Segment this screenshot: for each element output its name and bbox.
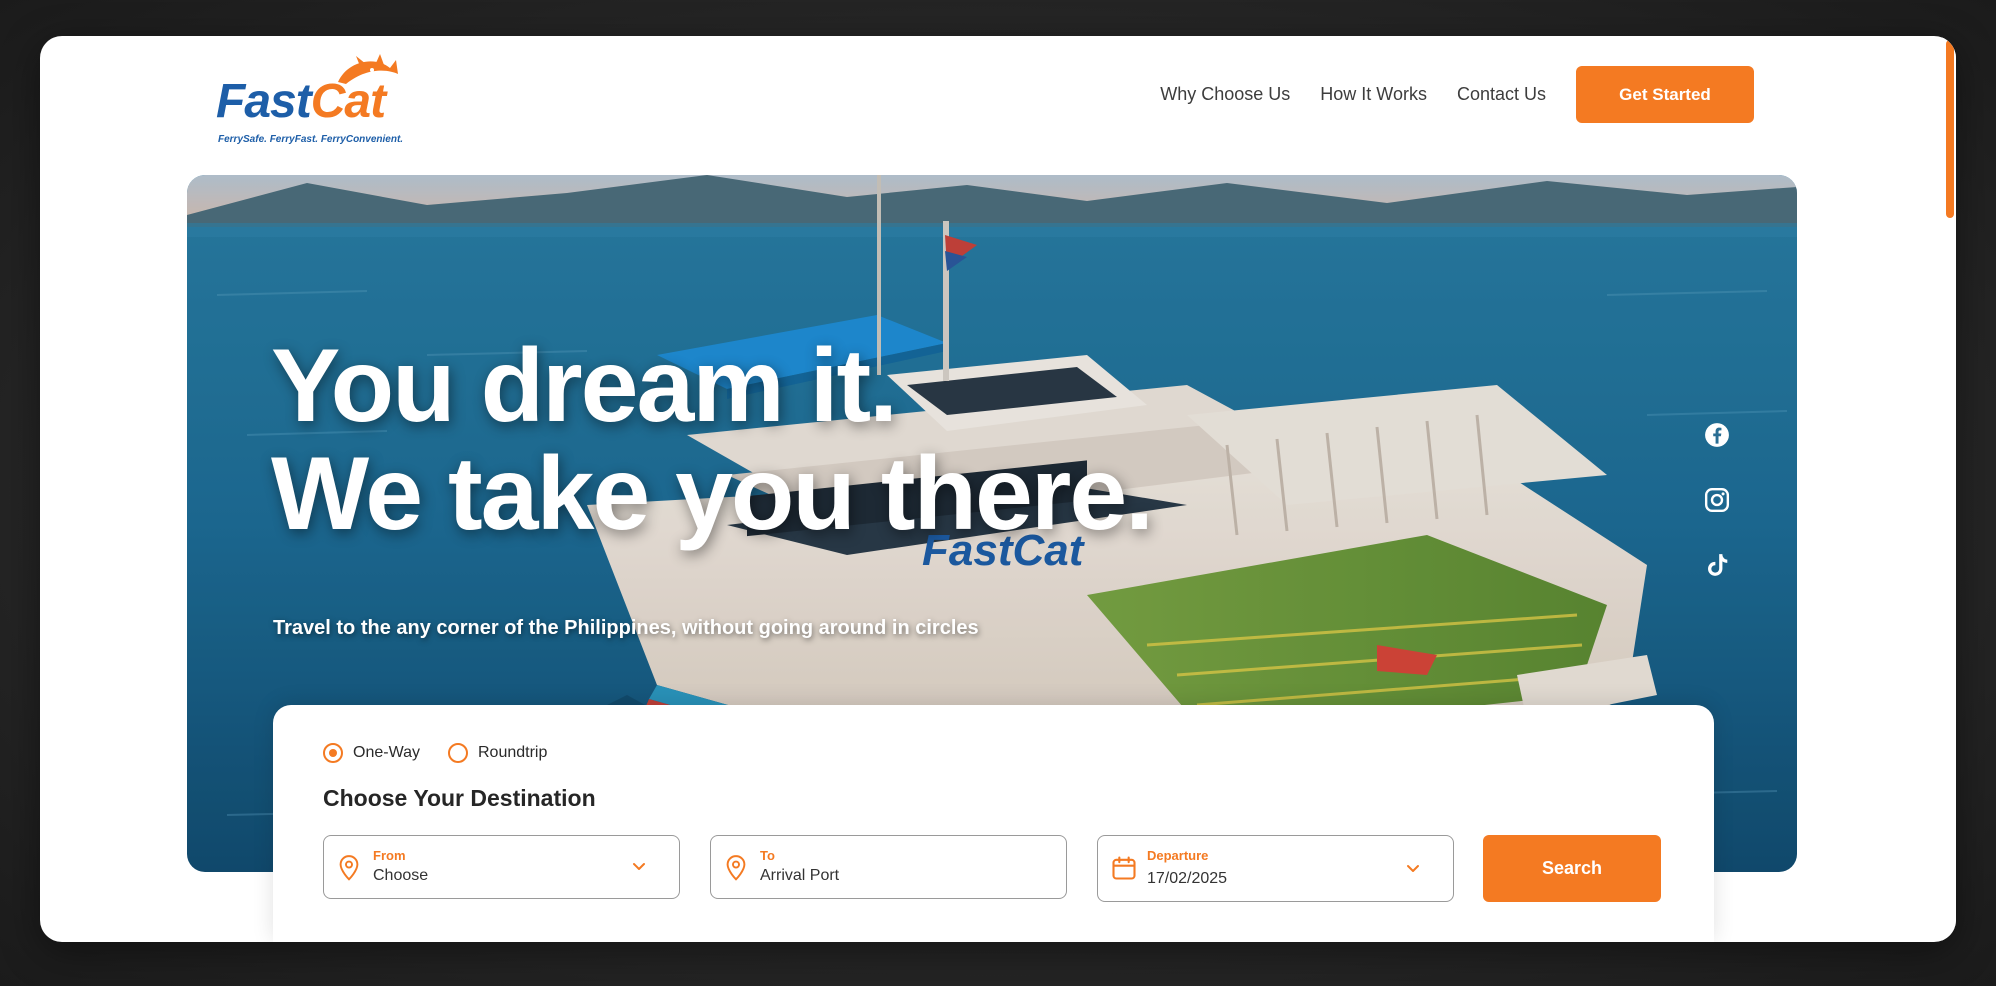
from-value: Choose bbox=[373, 867, 429, 884]
search-button[interactable]: Search bbox=[1483, 835, 1661, 902]
instagram-icon[interactable] bbox=[1704, 487, 1730, 513]
location-pin-icon bbox=[339, 855, 359, 881]
nav-how-it-works[interactable]: How It Works bbox=[1320, 84, 1427, 105]
to-label: To bbox=[760, 848, 775, 863]
fastcat-logo[interactable]: FastCat FerrySafe. FerryFast. FerryConve… bbox=[216, 52, 406, 152]
logo-word-fast: Fast bbox=[216, 75, 312, 128]
radio-selected-icon[interactable] bbox=[323, 743, 343, 763]
booking-card: One-Way Roundtrip Choose Your Destinatio… bbox=[273, 705, 1714, 942]
booking-title: Choose Your Destination bbox=[323, 785, 596, 811]
get-started-button[interactable]: Get Started bbox=[1576, 66, 1754, 123]
departure-value: 17/02/2025 bbox=[1147, 870, 1228, 887]
departure-date-picker[interactable]: Departure 17/02/2025 bbox=[1097, 835, 1454, 902]
scrollbar[interactable] bbox=[1942, 36, 1956, 942]
hero-headline-line2: We take you there. bbox=[271, 436, 1154, 552]
nav-why-choose-us[interactable]: Why Choose Us bbox=[1160, 84, 1290, 105]
to-port-field[interactable]: To Arrival Port bbox=[710, 835, 1067, 899]
hero-headline-line1: You dream it. bbox=[271, 328, 898, 444]
from-label: From bbox=[373, 848, 406, 863]
site-header: FastCat FerrySafe. FerryFast. FerryConve… bbox=[40, 36, 1942, 166]
scrollbar-thumb[interactable] bbox=[1946, 40, 1954, 218]
radio-unselected-icon[interactable] bbox=[447, 743, 468, 763]
logo-wordmark: FastCat bbox=[216, 75, 386, 128]
hero-subtitle: Travel to the any corner of the Philippi… bbox=[273, 617, 979, 639]
trip-type-one-way[interactable]: One-Way bbox=[323, 743, 420, 763]
trip-type-one-way-label: One-Way bbox=[353, 744, 420, 761]
chevron-down-icon bbox=[633, 863, 645, 870]
hero-headline: You dream it. We take you there. bbox=[271, 328, 1154, 552]
trip-type-roundtrip-label: Roundtrip bbox=[477, 744, 548, 761]
calendar-icon bbox=[1112, 856, 1136, 880]
nav-contact-us[interactable]: Contact Us bbox=[1457, 84, 1546, 105]
trip-type-roundtrip[interactable]: Roundtrip bbox=[447, 743, 548, 763]
chevron-down-icon bbox=[1407, 865, 1419, 872]
tiktok-icon[interactable] bbox=[1704, 552, 1730, 578]
browser-window: FastCat FerrySafe. FerryFast. FerryConve… bbox=[40, 36, 1956, 942]
logo-word-cat: Cat bbox=[310, 75, 386, 128]
facebook-icon[interactable] bbox=[1704, 422, 1730, 448]
logo-tagline: FerrySafe. FerryFast. FerryConvenient. bbox=[218, 134, 404, 145]
to-placeholder: Arrival Port bbox=[760, 867, 840, 884]
social-links bbox=[1704, 422, 1732, 617]
departure-label: Departure bbox=[1147, 848, 1209, 863]
trip-type-selector: One-Way Roundtrip bbox=[323, 743, 575, 763]
main-nav: Why Choose Us How It Works Contact Us Ge… bbox=[1160, 66, 1754, 123]
location-pin-icon bbox=[726, 855, 746, 881]
from-port-select[interactable]: From Choose bbox=[323, 835, 680, 899]
